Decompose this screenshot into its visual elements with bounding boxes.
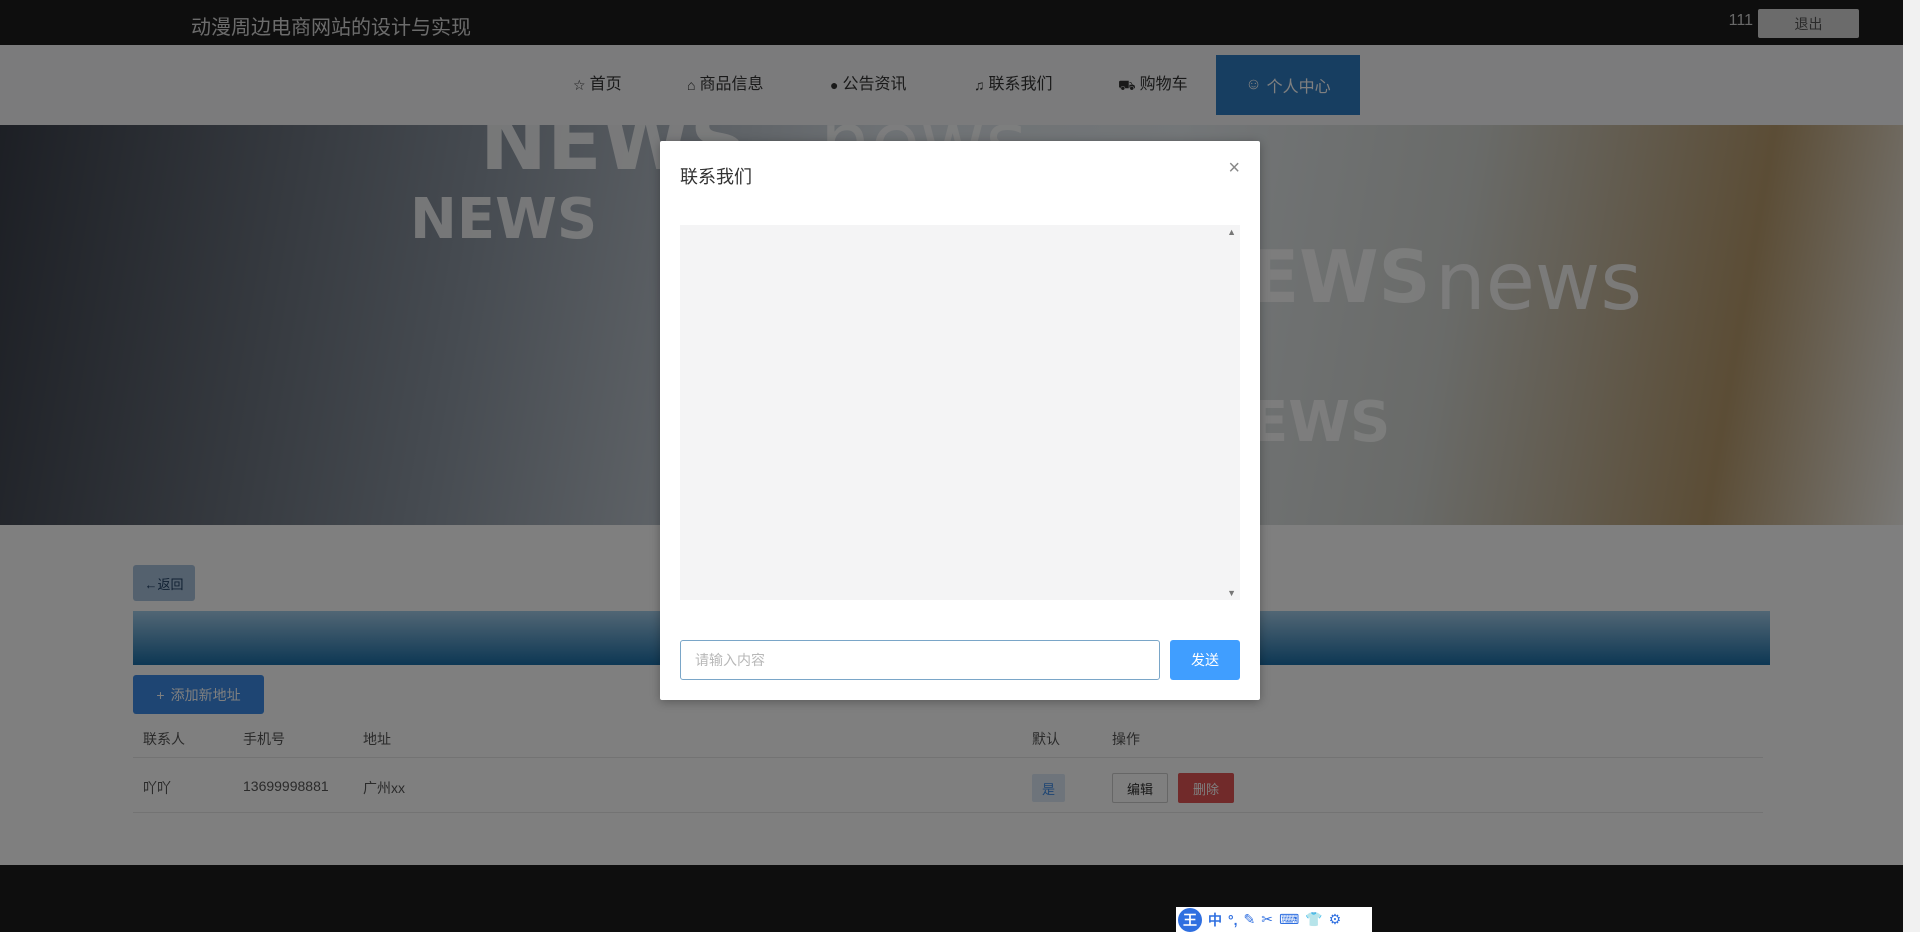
chat-history[interactable]: ▲ ▼ (680, 225, 1240, 600)
message-input[interactable] (680, 640, 1160, 680)
scroll-down-icon[interactable]: ▼ (1227, 588, 1236, 598)
ime-toolbar: 王 中 °, ✎ ✂ ⌨ 👕 ⚙ (1176, 907, 1372, 932)
close-icon[interactable]: × (1228, 157, 1240, 180)
dialog-title: 联系我们 (680, 167, 752, 187)
punctuation-icon[interactable]: °, (1228, 912, 1238, 928)
contact-dialog: 联系我们 × ▲ ▼ 发送 (660, 141, 1260, 700)
ime-mode[interactable]: 中 (1208, 910, 1222, 930)
page-scrollbar[interactable] (1903, 0, 1920, 932)
gear-icon[interactable]: ⚙ (1329, 911, 1342, 928)
send-button[interactable]: 发送 (1170, 640, 1240, 680)
shirt-icon[interactable]: 👕 (1305, 911, 1322, 928)
scroll-up-icon[interactable]: ▲ (1227, 227, 1236, 237)
pen-icon[interactable]: ✎ (1244, 911, 1256, 928)
ime-logo[interactable]: 王 (1178, 907, 1202, 932)
keyboard-icon[interactable]: ⌨ (1279, 911, 1299, 928)
scissors-icon[interactable]: ✂ (1261, 911, 1273, 928)
